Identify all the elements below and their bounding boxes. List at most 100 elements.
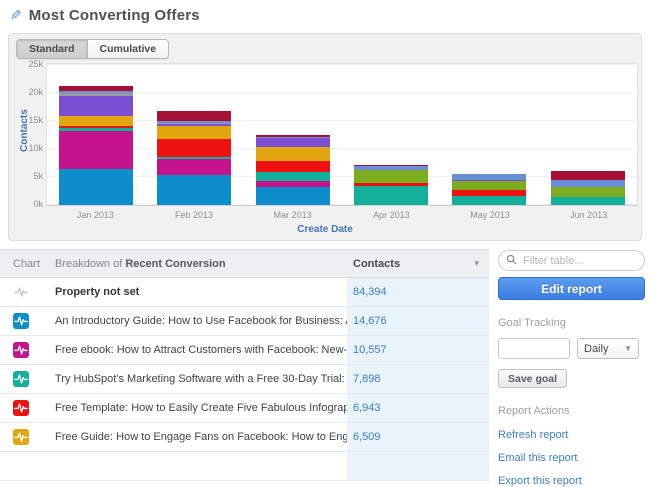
bars-container xyxy=(47,65,637,205)
pulse-chart-icon[interactable] xyxy=(13,371,29,387)
bar-segment-gold-offer[interactable] xyxy=(59,116,134,127)
edit-report-button[interactable]: Edit report xyxy=(498,277,645,300)
breakdown-bold: Recent Conversion xyxy=(125,257,226,270)
report-action-link-email-this-report[interactable]: Email this report xyxy=(498,452,645,464)
goal-tracking-heading: Goal Tracking xyxy=(498,317,566,329)
bar-segment-maroon-offer[interactable] xyxy=(157,110,232,122)
save-goal-button[interactable]: Save goal xyxy=(498,369,568,388)
bar-segment-teal-offer[interactable] xyxy=(550,196,625,205)
report-header: ✎ Most Converting Offers xyxy=(10,7,200,24)
offer-name: Free ebook: How to Attract Customers wit… xyxy=(55,344,347,356)
stacked-bar[interactable] xyxy=(255,135,330,205)
bar-slot-mar-2013 xyxy=(244,65,342,205)
table-row[interactable]: Try HubSpot's Marketing Software with a … xyxy=(0,365,489,394)
goal-frequency-value: Daily xyxy=(584,342,609,355)
contacts-value-link[interactable]: 84,394 xyxy=(353,286,387,298)
goal-value-input[interactable] xyxy=(498,338,570,359)
y-tick-label: 10k xyxy=(28,143,43,153)
bar-segment-green-offer[interactable] xyxy=(354,170,429,184)
y-tick-label: 20k xyxy=(28,87,43,97)
bar-segment-red-offer[interactable] xyxy=(255,160,330,172)
pulse-chart-icon[interactable] xyxy=(13,313,29,329)
filter-table-field xyxy=(498,250,645,271)
contacts-cell: 10,557 xyxy=(347,336,489,364)
bar-segment-green-offer[interactable] xyxy=(550,187,625,197)
bar-segment-teal-offer[interactable] xyxy=(354,186,429,205)
chart-mode-tabs: Standard Cumulative xyxy=(16,39,170,59)
contacts-value-link[interactable]: 6,509 xyxy=(353,431,381,443)
column-header-contacts[interactable]: Contacts ▾ xyxy=(347,258,489,270)
contacts-value-link[interactable]: 10,557 xyxy=(353,344,387,356)
stacked-bar[interactable] xyxy=(157,110,232,205)
breakdown-prefix: Breakdown of xyxy=(55,257,126,270)
x-tick-label: May 2013 xyxy=(470,210,510,220)
bar-segment-blue-offer[interactable] xyxy=(157,174,232,205)
sort-caret-icon[interactable]: ▾ xyxy=(474,258,479,269)
table-row[interactable]: Property not set 84,394 xyxy=(0,278,489,307)
filter-table-input[interactable] xyxy=(498,250,645,271)
goal-tracking-controls: Daily ▼ xyxy=(498,338,645,359)
row-chart-cell xyxy=(0,394,55,422)
offer-name: An Introductory Guide: How to Use Facebo… xyxy=(55,315,347,327)
bar-segment-magenta-offer[interactable] xyxy=(157,159,232,175)
y-tick-label: 25k xyxy=(28,59,43,69)
offer-name: Property not set xyxy=(55,286,140,298)
column-header-breakdown[interactable]: Breakdown of Recent Conversion xyxy=(55,258,347,270)
bar-segment-teal-offer[interactable] xyxy=(452,196,527,205)
bar-segment-red-offer[interactable] xyxy=(157,138,232,157)
bar-segment-gold-offer[interactable] xyxy=(255,146,330,161)
row-chart-cell xyxy=(0,336,55,364)
bar-segment-gold-offer[interactable] xyxy=(157,125,232,139)
contacts-value-link[interactable]: 14,676 xyxy=(353,315,387,327)
page-title: Most Converting Offers xyxy=(28,7,200,24)
stacked-bar[interactable] xyxy=(354,164,429,205)
bar-slot-may-2013 xyxy=(440,65,538,205)
offer-name: Free Guide: How to Engage Fans on Facebo… xyxy=(55,431,347,443)
stacked-bar[interactable] xyxy=(452,174,527,205)
breakdown-table: Chart Breakdown of Recent Conversion Con… xyxy=(0,249,489,481)
stacked-bar[interactable] xyxy=(550,171,625,205)
table-row[interactable]: Free ebook: How to Attract Customers wit… xyxy=(0,336,489,365)
chart-panel: Standard Cumulative Contacts 25k 20k 15k 10… xyxy=(8,33,642,241)
goal-frequency-select[interactable]: Daily ▼ xyxy=(577,338,639,359)
pulse-chart-icon[interactable] xyxy=(13,342,29,358)
bar-slot-jan-2013 xyxy=(47,65,145,205)
offer-name: Try HubSpot's Marketing Software with a … xyxy=(55,373,347,385)
column-header-chart[interactable]: Chart xyxy=(0,258,55,270)
table-row[interactable]: Free Template: How to Easily Create Five… xyxy=(0,394,489,423)
bar-segment-maroon-offer[interactable] xyxy=(550,171,625,181)
report-action-link-export-this-report[interactable]: Export this report xyxy=(498,475,645,487)
x-tick-label: Apr 2013 xyxy=(373,210,410,220)
edit-pencil-icon[interactable]: ✎ xyxy=(10,7,22,24)
report-actions-heading: Report Actions xyxy=(498,405,570,417)
contacts-cell: 14,676 xyxy=(347,307,489,335)
contacts-cell: 6,509 xyxy=(347,423,489,451)
bar-segment-green-offer[interactable] xyxy=(452,180,527,191)
bar-segment-purple-offer[interactable] xyxy=(59,95,134,117)
row-chart-cell xyxy=(0,365,55,393)
y-tick-label: 0k xyxy=(33,199,43,209)
bar-segment-steelblue-offer[interactable] xyxy=(550,180,625,188)
bar-segment-teal-offer[interactable] xyxy=(255,171,330,181)
bar-segment-purple-offer[interactable] xyxy=(255,137,330,147)
report-action-link-refresh-report[interactable]: Refresh report xyxy=(498,429,645,441)
x-tick-label: Jan 2013 xyxy=(76,210,114,220)
row-chart-cell xyxy=(0,423,55,451)
bar-segment-blue-offer[interactable] xyxy=(59,168,134,205)
table-row[interactable]: An Introductory Guide: How to Use Facebo… xyxy=(0,307,489,336)
tab-cumulative[interactable]: Cumulative xyxy=(86,40,169,58)
x-tick-label: Feb 2013 xyxy=(174,210,214,220)
table-row[interactable]: Free Guide: How to Engage Fans on Facebo… xyxy=(0,423,489,452)
contacts-value-link[interactable]: 6,943 xyxy=(353,402,381,414)
stacked-bar[interactable] xyxy=(59,86,134,205)
contacts-cell: 6,943 xyxy=(347,394,489,422)
bar-slot-feb-2013 xyxy=(145,65,243,205)
pulse-chart-icon[interactable] xyxy=(13,400,29,416)
pulse-chart-icon[interactable] xyxy=(13,429,29,445)
x-axis-label: Create Date xyxy=(297,224,353,235)
tab-standard[interactable]: Standard xyxy=(17,40,87,58)
bar-segment-magenta-offer[interactable] xyxy=(59,130,134,169)
pulse-chart-icon[interactable] xyxy=(13,284,29,300)
contacts-value-link[interactable]: 7,898 xyxy=(353,373,381,385)
bar-segment-blue-offer[interactable] xyxy=(255,186,330,205)
